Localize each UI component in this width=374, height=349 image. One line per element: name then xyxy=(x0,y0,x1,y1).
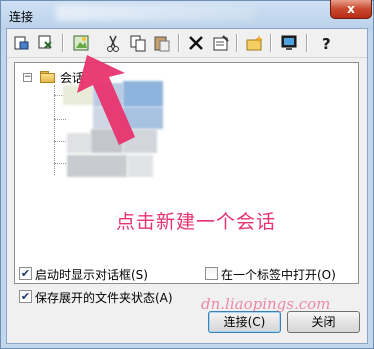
quick-connect-button[interactable] xyxy=(36,33,56,53)
quick-connect-icon xyxy=(38,35,52,49)
properties-button[interactable] xyxy=(211,33,231,53)
desktop-shortcut-icon xyxy=(281,35,297,50)
help-icon: ? xyxy=(322,35,331,53)
tree-connector xyxy=(54,141,66,142)
properties-icon xyxy=(213,35,229,51)
toolbar-separator xyxy=(270,34,272,52)
title-bar: 连接 x xyxy=(1,0,373,29)
show-on-startup-label[interactable]: 启动时显示对话框(S) xyxy=(35,266,148,283)
dialog-title: 连接 xyxy=(9,10,34,24)
connect-dialog: 连接 x ? − 会话 点击新建一个会话 ✔ 启动时显示对话框(S) 在一个标签… xyxy=(0,0,374,349)
tree-connector xyxy=(54,85,55,175)
show-on-startup-checkbox[interactable]: ✔ xyxy=(19,267,32,280)
delete-icon xyxy=(189,36,203,50)
toolbar: ? xyxy=(7,29,367,58)
connect-button[interactable] xyxy=(12,33,32,53)
collapse-icon[interactable]: − xyxy=(23,73,32,82)
paste-icon xyxy=(154,36,170,52)
toolbar-separator xyxy=(306,34,308,52)
delete-button[interactable] xyxy=(186,33,206,53)
copy-icon xyxy=(130,35,146,52)
obscured-session-item[interactable] xyxy=(127,155,153,177)
toolbar-separator xyxy=(62,34,64,52)
new-session-button[interactable] xyxy=(71,33,91,53)
watermark: dn.liaopings.com xyxy=(201,295,331,313)
close-button[interactable]: 关闭 xyxy=(287,311,360,333)
save-expanded-label[interactable]: 保存展开的文件夹状态(A) xyxy=(35,289,173,306)
new-folder-button[interactable] xyxy=(245,33,265,53)
open-in-tab-checkbox[interactable] xyxy=(205,267,218,280)
obscured-session-item[interactable] xyxy=(67,155,127,177)
session-tree[interactable]: − 会话 点击新建一个会话 xyxy=(14,55,359,284)
connect-icon xyxy=(14,36,29,50)
cut-button[interactable] xyxy=(103,33,123,53)
paste-button[interactable] xyxy=(152,33,172,53)
cut-icon xyxy=(107,35,119,52)
tree-connector xyxy=(54,163,66,164)
help-button[interactable]: ? xyxy=(316,33,336,53)
tutorial-arrow-icon xyxy=(77,55,135,145)
toolbar-separator xyxy=(236,34,238,52)
toolbar-separator xyxy=(178,34,180,52)
folder-icon xyxy=(40,71,55,83)
connect-button[interactable]: 连接(C) xyxy=(208,311,281,333)
copy-button[interactable] xyxy=(128,33,148,53)
new-folder-icon xyxy=(246,35,263,51)
close-window-button[interactable]: x xyxy=(330,0,372,19)
tree-connector xyxy=(54,119,66,120)
svg-text:?: ? xyxy=(322,35,331,53)
blurred-background-text xyxy=(56,5,256,21)
tutorial-annotation: 点击新建一个会话 xyxy=(116,211,277,233)
new-session-icon xyxy=(73,35,89,51)
save-expanded-checkbox[interactable]: ✔ xyxy=(19,290,32,303)
desktop-shortcut-button[interactable] xyxy=(279,33,299,53)
open-in-tab-label[interactable]: 在一个标签中打开(O) xyxy=(221,266,336,283)
